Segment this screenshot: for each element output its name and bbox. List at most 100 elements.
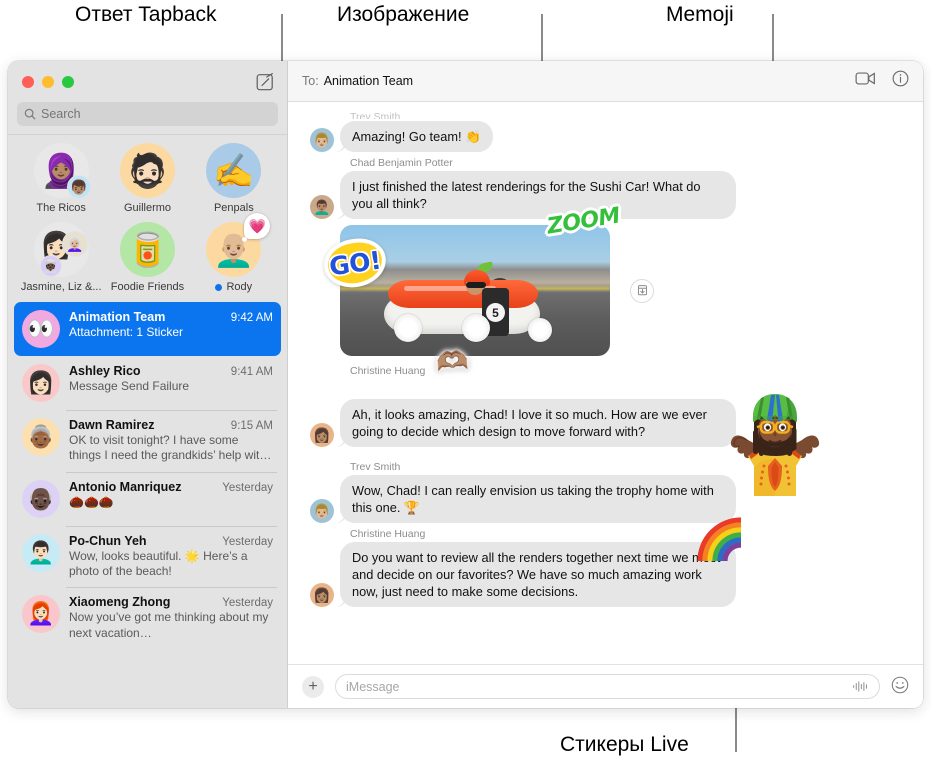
conversation-row-dawn-ramirez[interactable]: 👵🏾 Dawn Ramirez 9:15 AM OK to visit toni…: [14, 410, 281, 472]
pinned-label-text: Penpals: [213, 202, 254, 214]
rainbow-live-sticker[interactable]: [697, 513, 749, 562]
conversation-header: Antonio Manriquez Yesterday: [69, 480, 273, 494]
message-row[interactable]: 👨🏼 Amazing! Go team! 👏: [310, 121, 901, 153]
message-bubble[interactable]: Ah, it looks amazing, Chad! I love it so…: [340, 399, 736, 448]
avatar: 👨🏼: [310, 499, 334, 524]
avatar: 👨🏼: [310, 128, 334, 153]
conversation-row-antonio-manriquez[interactable]: 👴🏿 Antonio Manriquez Yesterday 🌰🌰🌰: [14, 471, 281, 526]
message-row-image[interactable]: 5 GO! ZOOM 🫶🏽: [310, 203, 901, 377]
pinned-label-text: The Ricos: [36, 202, 86, 214]
pinned-label-text: Guillermo: [123, 202, 172, 214]
sidebar: Search 🧕🏽 👦🏽 The Ricos 🧔🏻 Guillermo ✍️ P…: [8, 61, 288, 708]
search-placeholder: Search: [41, 107, 81, 121]
conversation-body: Animation Team 9:42 AM Attachment: 1 Sti…: [69, 310, 273, 340]
pinned-item-label: Foodie Friends: [111, 281, 184, 293]
add-attachment-button[interactable]: +: [302, 675, 324, 698]
avatar-tertiary: 👳🏿: [39, 255, 62, 277]
thread-header: To: Animation Team: [288, 61, 923, 102]
message-sender-name: Chad Benjamin Potter: [350, 157, 453, 170]
avatar: 👨🏽‍🦱: [310, 195, 334, 220]
search-input[interactable]: Search: [17, 102, 278, 126]
conversation-name: Xiaomeng Zhong: [69, 595, 171, 610]
callout-label-image: Изображение: [337, 3, 470, 26]
emoji-picker-icon[interactable]: [891, 676, 909, 697]
avatar-glyph: 🧔🏻: [126, 152, 169, 189]
conversation-snippet: OK to visit tonight? I have some things …: [69, 433, 270, 463]
audio-message-icon[interactable]: [852, 680, 869, 693]
thread-header-actions: [855, 70, 909, 92]
message-bubble[interactable]: Wow, Chad! I can really envision us taki…: [340, 475, 736, 524]
avatar-secondary: 👩🏼‍🦳: [61, 231, 88, 257]
tapback-heart-badge[interactable]: 💗: [242, 213, 271, 242]
save-to-downloads-icon[interactable]: [630, 278, 654, 303]
conversation-snippet: Wow, looks beautiful. 🌟 Here’s a photo o…: [69, 548, 248, 579]
message-bubble[interactable]: I just finished the latest renderings fo…: [340, 171, 736, 220]
conversation-snippet: Now you’ve got me thinking about my next…: [69, 610, 269, 640]
callout-label-live-stickers: Стикеры Live: [560, 733, 689, 756]
pinned-item-penpals[interactable]: ✍️ Penpals: [191, 143, 277, 214]
car-wheel: [394, 314, 422, 343]
avatar: 👀: [22, 310, 60, 348]
conversation-body: Antonio Manriquez Yesterday 🌰🌰🌰: [69, 480, 273, 510]
heart-hands-sticker[interactable]: 🫶🏽: [435, 345, 469, 377]
imessage-placeholder: iMessage: [346, 679, 400, 694]
minimize-button[interactable]: [42, 75, 54, 88]
facetime-video-icon[interactable]: [855, 71, 876, 91]
callout-label-memoji: Memoji: [666, 3, 734, 26]
car-number: 5: [486, 303, 505, 323]
avatar-secondary: 👦🏽: [66, 175, 91, 199]
message-composer: + iMessage: [288, 664, 923, 708]
messages-area[interactable]: Trev Smith 👨🏼 Amazing! Go team! 👏 Chad B…: [288, 102, 923, 664]
pinned-item-jasmine-liz[interactable]: 👩🏻 👩🏼‍🦳 👳🏿 Jasmine, Liz &...: [18, 222, 104, 293]
memoji-shrug-character: [726, 392, 824, 496]
recipient-name[interactable]: Animation Team: [324, 74, 413, 88]
message-sender-name: Trev Smith: [350, 111, 401, 119]
message-sender-name: Christine Huang: [350, 528, 426, 541]
conversation-list[interactable]: 👀 Animation Team 9:42 AM Attachment: 1 S…: [8, 299, 287, 708]
conversation-time: Yesterday: [222, 597, 273, 610]
pinned-item-label: Guillermo: [124, 202, 171, 214]
avatar: ✍️: [206, 143, 262, 198]
avatar: 🥫: [119, 222, 175, 277]
pinned-item-foodie-friends[interactable]: 🥫 Foodie Friends: [104, 222, 190, 293]
imessage-input[interactable]: iMessage: [335, 674, 880, 699]
conversation-time: Yesterday: [222, 481, 273, 494]
avatar: 👩🏽: [310, 583, 334, 608]
avatar: 🧕🏽 👦🏽: [33, 143, 91, 199]
messages-window: Search 🧕🏽 👦🏽 The Ricos 🧔🏻 Guillermo ✍️ P…: [8, 61, 923, 708]
conversation-header: Animation Team 9:42 AM: [69, 310, 273, 324]
pinned-item-guillermo[interactable]: 🧔🏻 Guillermo: [104, 143, 190, 214]
message-bubble[interactable]: Do you want to review all the renders to…: [340, 542, 736, 608]
conversation-time: 9:42 AM: [230, 312, 273, 324]
pinned-item-label: Rody: [215, 281, 252, 293]
conversation-name: Po-Chun Yeh: [69, 533, 147, 548]
conversation-time: Yesterday: [222, 535, 273, 548]
pinned-item-label: The Ricos: [36, 202, 86, 214]
avatar: 👩🏻‍🦰: [22, 595, 60, 634]
message-row[interactable]: 👩🏽 Do you want to review all the renders…: [310, 542, 901, 608]
pinned-item-rody[interactable]: 👨🏼‍🦲 💗 Rody: [191, 213, 277, 293]
pinned-item-the-ricos[interactable]: 🧕🏽 👦🏽 The Ricos: [18, 143, 104, 214]
conversation-row-animation-team[interactable]: 👀 Animation Team 9:42 AM Attachment: 1 S…: [14, 302, 281, 356]
car-wheel: [528, 318, 552, 343]
message-bubble[interactable]: Amazing! Go team! 👏: [340, 121, 494, 153]
search-container: Search: [8, 102, 287, 134]
zoom-button[interactable]: [62, 75, 74, 88]
conversation-body: Xiaomeng Zhong Yesterday Now you’ve got …: [69, 595, 273, 641]
conversation-row-po-chun-yeh[interactable]: 👨🏻‍🦱 Po-Chun Yeh Yesterday Wow, looks be…: [14, 525, 281, 588]
pinned-label-text: Foodie Friends: [110, 281, 185, 293]
conversation-body: Po-Chun Yeh Yesterday Wow, looks beautif…: [69, 534, 273, 580]
info-icon[interactable]: [892, 70, 909, 92]
message-sender-name: Christine Huang: [350, 365, 426, 378]
conversation-row-ashley-rico[interactable]: 👩🏻 Ashley Rico 9:41 AM Message Send Fail…: [14, 356, 281, 410]
avatar: 👨🏼‍🦲 💗: [206, 213, 271, 277]
image-attachment[interactable]: 5 GO! ZOOM 🫶🏽: [320, 203, 621, 377]
avatar: 👨🏻‍🦱: [22, 533, 60, 572]
compose-icon[interactable]: [255, 72, 275, 92]
conversation-time: 9:41 AM: [230, 366, 273, 378]
close-button[interactable]: [22, 75, 34, 88]
conversation-name: Ashley Rico: [69, 364, 141, 378]
conversation-row-xiaomeng-zhong[interactable]: 👩🏻‍🦰 Xiaomeng Zhong Yesterday Now you’ve…: [14, 587, 281, 649]
pinned-label-text: Rody: [226, 281, 253, 293]
avatar: 👵🏾: [22, 418, 60, 456]
